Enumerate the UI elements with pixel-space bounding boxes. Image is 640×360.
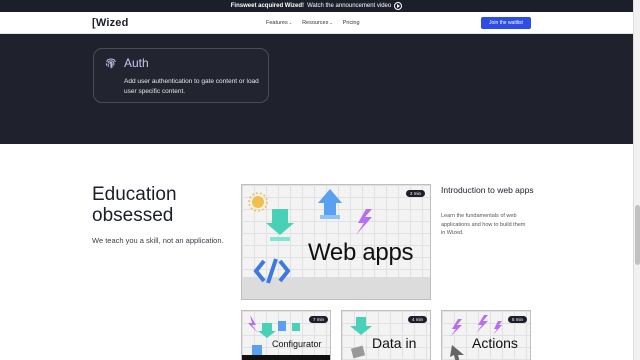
course-label: Data in <box>372 335 417 351</box>
download-arrow-icon <box>266 209 294 241</box>
auth-title: Auth <box>124 56 149 70</box>
chevron-down-icon: ⌄ <box>329 20 333 25</box>
course-label: Actions <box>472 335 518 351</box>
navbar: [Wized Features⌄ Resources⌄ Pricing Join… <box>0 12 633 34</box>
education-heading: Education obsessed <box>92 184 177 226</box>
nav-resources[interactable]: Resources⌄ <box>302 20 333 26</box>
announcement-bar[interactable]: Finsweet acquired Wized! Watch the annou… <box>0 0 633 12</box>
duration-badge: 4 min <box>408 316 428 323</box>
course-card-web-apps[interactable]: Web apps 2 min <box>241 184 431 300</box>
sun-icon <box>248 192 268 212</box>
announcement-prefix: Finsweet acquired Wized! <box>230 3 305 9</box>
nav-pricing[interactable]: Pricing <box>343 20 360 26</box>
scrollbar[interactable] <box>633 0 640 360</box>
duration-badge: 7 min <box>309 316 329 323</box>
scrollbar-thumb[interactable] <box>635 205 640 265</box>
duration-badge: 5 min <box>508 316 528 323</box>
logo[interactable]: [Wized <box>92 17 129 29</box>
course-label: Web apps <box>308 239 414 266</box>
course-label: Configurator <box>272 339 322 349</box>
auth-feature-card: Auth Add user authentication to gate con… <box>93 48 269 103</box>
upload-arrow-icon <box>318 189 342 219</box>
lightning-icon <box>356 209 372 235</box>
announcement-suffix: Watch the announcement video <box>307 3 392 9</box>
course-card-data-in[interactable]: Data in 4 min <box>341 310 431 360</box>
code-brackets-icon <box>253 258 291 284</box>
course-title[interactable]: Introduction to web apps <box>441 185 536 196</box>
auth-description: Add user authentication to gate content … <box>124 78 259 95</box>
course-card-actions[interactable]: Actions 5 min <box>441 310 531 360</box>
chevron-down-icon: ⌄ <box>288 20 293 25</box>
duration-badge: 2 min <box>406 190 426 197</box>
join-waitlist-button[interactable]: Join the waitlist <box>481 17 531 29</box>
education-subtitle: We teach you a skill, not an application… <box>92 236 224 245</box>
nav-features[interactable]: Features⌄ <box>266 20 292 26</box>
course-description: Learn the fundamentals of web applicatio… <box>441 213 526 236</box>
play-icon[interactable] <box>394 2 403 10</box>
fingerprint-icon <box>105 58 116 69</box>
nav-links: Features⌄ Resources⌄ Pricing <box>266 12 360 34</box>
page: Finsweet acquired Wized! Watch the annou… <box>0 0 633 360</box>
course-card-configurator[interactable]: Configurator 7 min <box>241 310 331 360</box>
